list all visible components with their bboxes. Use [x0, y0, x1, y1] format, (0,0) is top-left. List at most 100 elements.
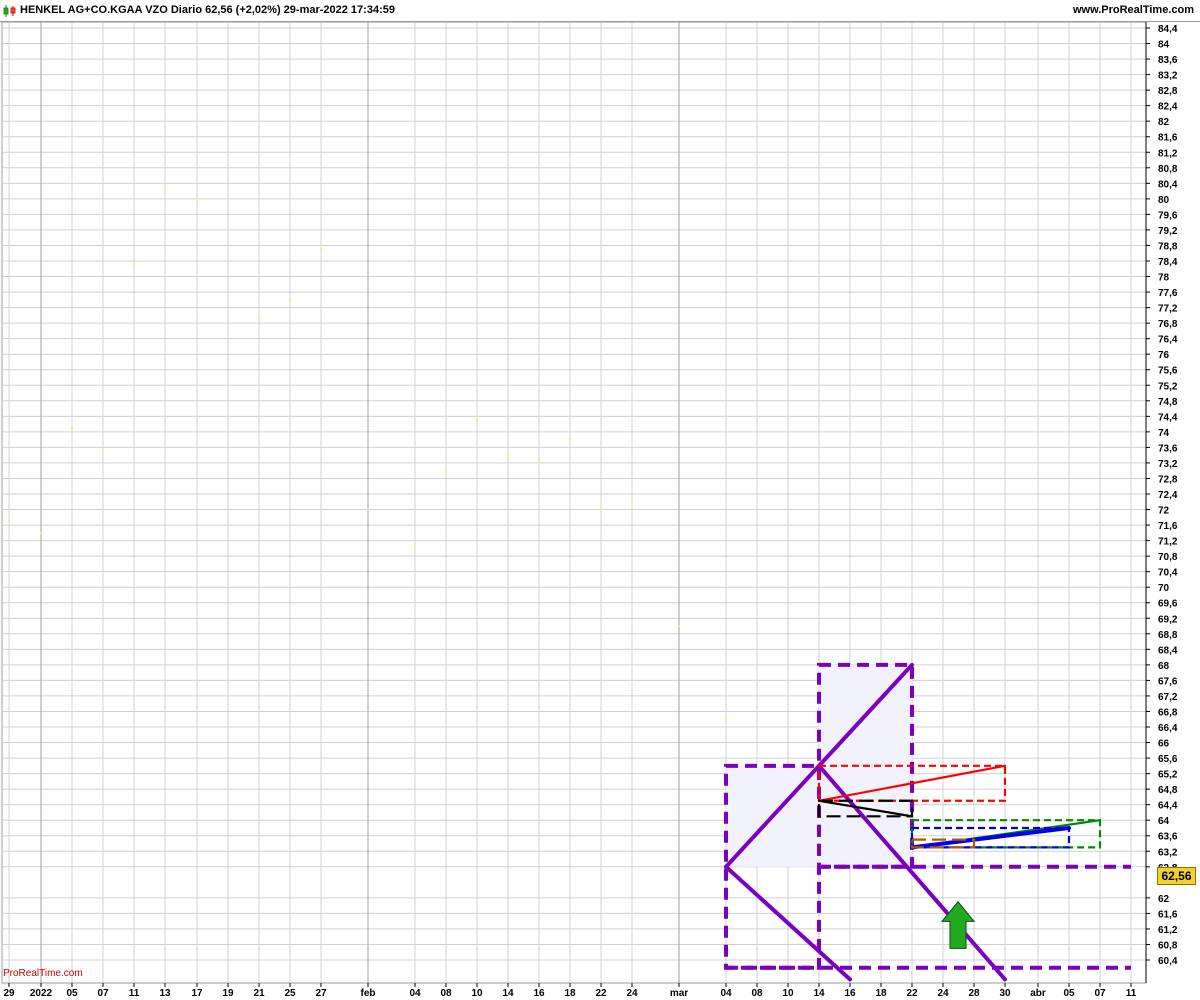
- y-tick-label: 64,4: [1158, 801, 1178, 812]
- price-point: [537, 461, 541, 465]
- y-tick-label: 75,6: [1158, 366, 1178, 377]
- y-tick-label: 76: [1158, 350, 1170, 361]
- price-point: [599, 508, 603, 511]
- x-tick-label: 16: [533, 988, 545, 999]
- y-tick-label: 82,4: [1158, 102, 1178, 113]
- y-tick-label: 70,4: [1158, 568, 1178, 579]
- chart-root: HENKEL AG+CO.KGAA VZO Diario 62,56 (+2,0…: [0, 0, 1200, 1000]
- price-point: [475, 419, 479, 422]
- x-tick-label: 10: [782, 988, 794, 999]
- y-tick-label: 62: [1158, 894, 1170, 905]
- x-tick-label: 10: [471, 988, 483, 999]
- price-point: [132, 263, 136, 267]
- x-tick-label: 22: [595, 988, 607, 999]
- y-tick-label: 74,4: [1158, 412, 1178, 423]
- y-tick-label: 60,4: [1158, 956, 1178, 967]
- x-tick-label: 04: [409, 988, 421, 999]
- price-point: [413, 547, 417, 550]
- x-tick-label: 25: [284, 988, 296, 999]
- y-tick-label: 72,4: [1158, 490, 1178, 501]
- x-tick-label: 07: [1094, 988, 1106, 999]
- y-tick-label: 65,6: [1158, 754, 1178, 765]
- x-tick-label: 18: [564, 988, 576, 999]
- y-tick-label: 76,8: [1158, 319, 1178, 330]
- price-point: [226, 286, 230, 290]
- x-tick-label: 30: [999, 988, 1011, 999]
- price-point: [101, 450, 105, 453]
- x-tick-label: 04: [720, 988, 732, 999]
- y-tick-label: 74,8: [1158, 397, 1178, 408]
- x-tick-label: 05: [66, 988, 78, 999]
- y-tick-label: 74: [1158, 428, 1170, 439]
- y-tick-label: 77,6: [1158, 288, 1178, 299]
- y-tick-label: 64: [1158, 816, 1170, 827]
- y-tick-label: 78,4: [1158, 257, 1178, 268]
- x-tick-label: feb: [361, 988, 376, 999]
- x-tick-label: 13: [159, 988, 171, 999]
- y-tick-label: 71,6: [1158, 521, 1178, 532]
- x-tick-label: 11: [1126, 988, 1137, 999]
- x-tick-label: 17: [191, 988, 203, 999]
- watermark: ProRealTime.com: [3, 968, 83, 979]
- price-chart-svg: 84,4 84 83,6 83,2 82,8 82,4 82 81,6 81,2 80,8 80,4…: [1, 21, 1178, 999]
- price-point: [568, 438, 572, 441]
- y-tick-label: 72,8: [1158, 474, 1178, 485]
- y-tick-label: 61,2: [1158, 925, 1178, 936]
- price-point: [319, 248, 323, 251]
- y-tick-label: 63,6: [1158, 832, 1178, 843]
- price-point: [163, 186, 167, 189]
- price-point: [7, 519, 11, 523]
- y-tick-label: 83,2: [1158, 71, 1178, 82]
- y-tick-label: 73,6: [1158, 443, 1178, 454]
- price-point: [70, 426, 74, 430]
- y-tick-label: 71,2: [1158, 537, 1178, 548]
- y-tick-label: 66,4: [1158, 723, 1178, 734]
- x-tick-label: 28: [968, 988, 980, 999]
- y-tick-label: 67,6: [1158, 676, 1178, 687]
- y-tick-label: 66,8: [1158, 707, 1178, 718]
- price-point: [39, 531, 43, 535]
- y-tick-label: 78,8: [1158, 241, 1178, 252]
- price-point: [677, 624, 681, 628]
- x-tick-label: 07: [97, 988, 109, 999]
- x-tick-label: 08: [440, 988, 452, 999]
- y-tick-label: 63,2: [1158, 847, 1178, 858]
- x-tick-label: 19: [222, 988, 234, 999]
- y-tick-label: 78: [1158, 273, 1170, 284]
- x-tick-label: 08: [751, 988, 763, 999]
- y-tick-label: 73,2: [1158, 459, 1178, 470]
- y-tick-label: 84: [1158, 40, 1170, 51]
- y-tick-label: 70,8: [1158, 552, 1178, 563]
- y-tick-label: 77,2: [1158, 304, 1178, 315]
- price-point: [444, 469, 448, 472]
- y-tick-label: 75,2: [1158, 381, 1178, 392]
- y-tick-label: 82,8: [1158, 86, 1178, 97]
- y-tick-label: 79,6: [1158, 210, 1178, 221]
- x-tick-label: 14: [502, 988, 514, 999]
- y-tick-label: 80,8: [1158, 164, 1178, 175]
- y-tick-label: 79,2: [1158, 226, 1178, 237]
- y-tick-label: 60,8: [1158, 940, 1178, 951]
- y-tick-label: 80,4: [1158, 179, 1178, 190]
- y-tick-label: 65,2: [1158, 770, 1178, 781]
- y-tick-label: 69,6: [1158, 599, 1178, 610]
- price-point: [288, 298, 292, 302]
- x-tick-label: 14: [813, 988, 825, 999]
- y-tick-label: 72: [1158, 506, 1170, 517]
- x-tick-label: 29: [3, 988, 15, 999]
- x-tick-label: 21: [253, 988, 265, 999]
- price-point: [630, 500, 634, 503]
- price-point: [195, 197, 199, 201]
- last-price-badge: 62,56: [1157, 867, 1196, 885]
- price-point: [724, 718, 728, 721]
- y-tick-label: 84,4: [1158, 24, 1178, 35]
- y-tick-label: 67,2: [1158, 692, 1178, 703]
- y-tick-label: 66: [1158, 739, 1170, 750]
- x-tick-label: mar: [670, 988, 688, 999]
- x-tick-label: 2022: [30, 988, 53, 999]
- x-tick-label: 24: [626, 988, 638, 999]
- y-tick-label: 64,8: [1158, 785, 1178, 796]
- y-tick-label: 69,2: [1158, 614, 1178, 625]
- y-tick-label: 76,4: [1158, 335, 1178, 346]
- x-tick-label: 11: [129, 988, 140, 999]
